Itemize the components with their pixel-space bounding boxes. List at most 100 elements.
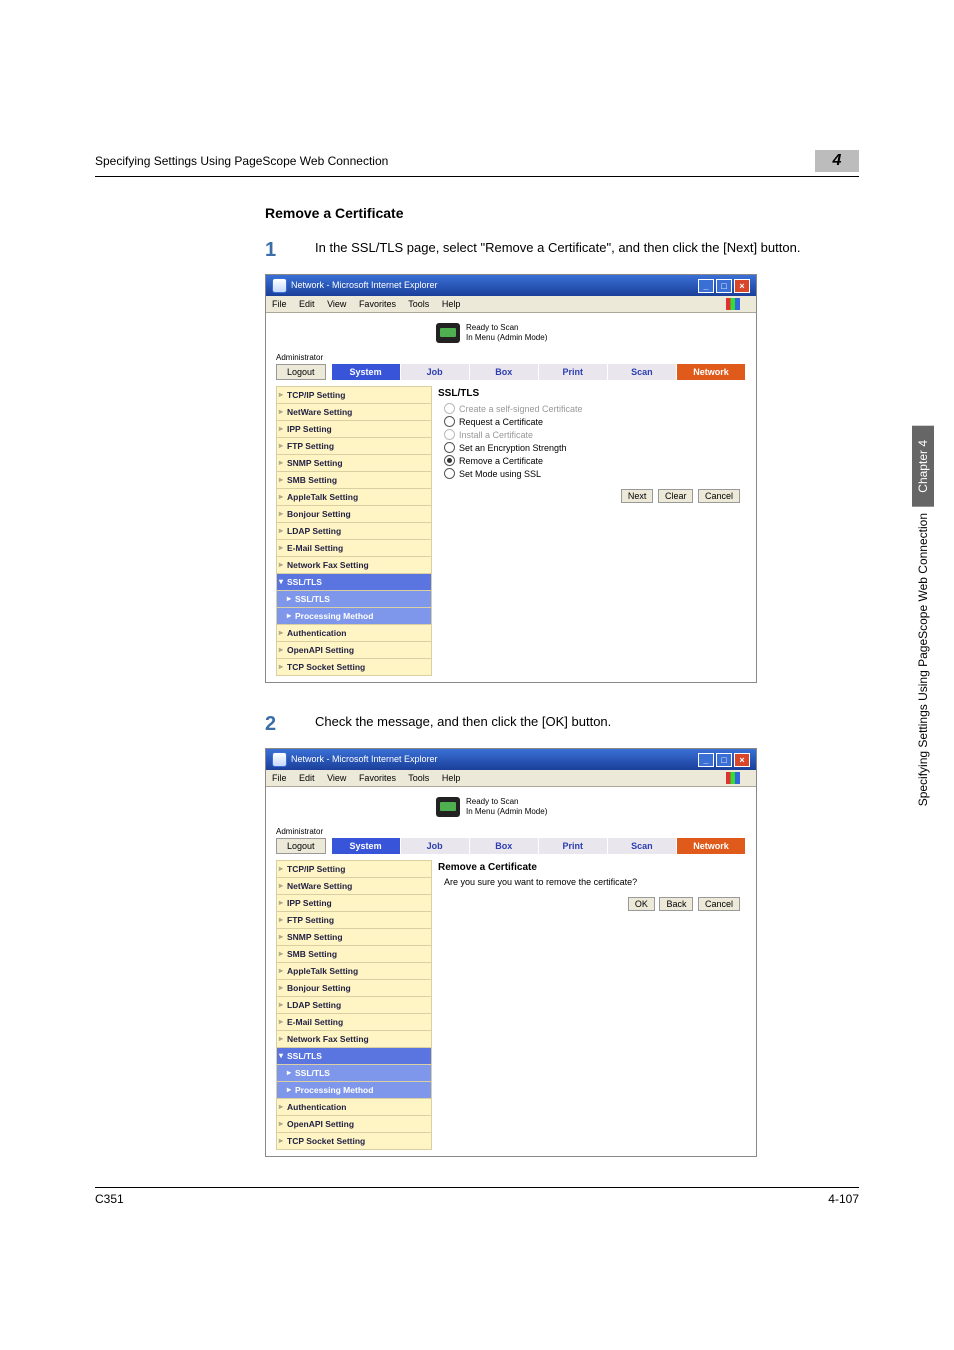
ie-throbber-icon xyxy=(726,298,740,310)
menu-tools[interactable]: Tools xyxy=(408,299,429,309)
side-netfax[interactable]: Network Fax Setting xyxy=(276,557,432,574)
menu-help[interactable]: Help xyxy=(442,299,461,309)
radio-request[interactable] xyxy=(444,416,455,427)
ie-icon xyxy=(272,752,287,767)
tab-scan[interactable]: Scan xyxy=(608,364,677,380)
side-ssltls[interactable]: SSL/TLS xyxy=(276,574,432,591)
side-ssltls-sub[interactable]: SSL/TLS xyxy=(276,1065,432,1082)
side-tcpip[interactable]: TCP/IP Setting xyxy=(276,386,432,404)
logout-button[interactable]: Logout xyxy=(276,838,326,854)
opt-encstr: Set an Encryption Strength xyxy=(459,443,567,453)
side-smb[interactable]: SMB Setting xyxy=(276,472,432,489)
minimize-icon[interactable]: _ xyxy=(698,279,714,293)
menu-file[interactable]: File xyxy=(272,299,287,309)
side-tcpsocket[interactable]: TCP Socket Setting xyxy=(276,1133,432,1150)
side-snmp[interactable]: SNMP Setting xyxy=(276,929,432,946)
tab-print[interactable]: Print xyxy=(539,364,608,380)
menu-tools[interactable]: Tools xyxy=(408,773,429,783)
ie-throbber-icon xyxy=(726,772,740,784)
menu-help[interactable]: Help xyxy=(442,773,461,783)
screenshot-1: Network - Microsoft Internet Explorer _ … xyxy=(265,274,757,683)
tab-scan[interactable]: Scan xyxy=(608,838,677,854)
side-appletalk[interactable]: AppleTalk Setting xyxy=(276,489,432,506)
menu-view[interactable]: View xyxy=(327,299,346,309)
side-openapi[interactable]: OpenAPI Setting xyxy=(276,642,432,659)
ok-button[interactable]: OK xyxy=(628,897,655,911)
side-netware[interactable]: NetWare Setting xyxy=(276,878,432,895)
radio-create[interactable] xyxy=(444,403,455,414)
side-auth[interactable]: Authentication xyxy=(276,625,432,642)
tab-system[interactable]: System xyxy=(332,364,401,380)
side-procmethod[interactable]: Processing Method xyxy=(276,608,432,625)
side-ssltls-sub[interactable]: SSL/TLS xyxy=(276,591,432,608)
minimize-icon[interactable]: _ xyxy=(698,753,714,767)
maximize-icon[interactable]: □ xyxy=(716,279,732,293)
side-ssltls[interactable]: SSL/TLS xyxy=(276,1048,432,1065)
window-title: Network - Microsoft Internet Explorer xyxy=(291,280,438,290)
radio-setmode[interactable] xyxy=(444,468,455,479)
tab-print[interactable]: Print xyxy=(539,838,608,854)
close-icon[interactable]: × xyxy=(734,753,750,767)
maximize-icon[interactable]: □ xyxy=(716,753,732,767)
screenshot-2: Network - Microsoft Internet Explorer _ … xyxy=(265,748,757,1157)
side-smb[interactable]: SMB Setting xyxy=(276,946,432,963)
cancel-button[interactable]: Cancel xyxy=(698,489,740,503)
menu-favorites[interactable]: Favorites xyxy=(359,299,396,309)
step-1-number: 1 xyxy=(265,239,315,262)
side-tcpsocket[interactable]: TCP Socket Setting xyxy=(276,659,432,676)
sidebar: TCP/IP Setting NetWare Setting IPP Setti… xyxy=(276,386,432,676)
status-mode: In Menu (Admin Mode) xyxy=(466,333,547,343)
clear-button[interactable]: Clear xyxy=(658,489,694,503)
tab-box[interactable]: Box xyxy=(470,838,539,854)
side-email[interactable]: E-Mail Setting xyxy=(276,1014,432,1031)
close-icon[interactable]: × xyxy=(734,279,750,293)
side-email[interactable]: E-Mail Setting xyxy=(276,540,432,557)
side-openapi[interactable]: OpenAPI Setting xyxy=(276,1116,432,1133)
footer-model: C351 xyxy=(95,1192,124,1206)
status-mode: In Menu (Admin Mode) xyxy=(466,807,547,817)
side-tcpip[interactable]: TCP/IP Setting xyxy=(276,860,432,878)
radio-remove[interactable] xyxy=(444,455,455,466)
window-title-2: Network - Microsoft Internet Explorer xyxy=(291,754,438,764)
side-ldap[interactable]: LDAP Setting xyxy=(276,997,432,1014)
back-button[interactable]: Back xyxy=(659,897,693,911)
radio-install[interactable] xyxy=(444,429,455,440)
side-bonjour[interactable]: Bonjour Setting xyxy=(276,980,432,997)
side-netfax[interactable]: Network Fax Setting xyxy=(276,1031,432,1048)
status-ready: Ready to Scan xyxy=(466,323,547,333)
section-title: Remove a Certificate xyxy=(265,205,859,221)
side-procmethod[interactable]: Processing Method xyxy=(276,1082,432,1099)
logout-button[interactable]: Logout xyxy=(276,364,326,380)
cancel-button-2[interactable]: Cancel xyxy=(698,897,740,911)
side-netware[interactable]: NetWare Setting xyxy=(276,404,432,421)
menu-file[interactable]: File xyxy=(272,773,287,783)
side-snmp[interactable]: SNMP Setting xyxy=(276,455,432,472)
step-2-number: 2 xyxy=(265,713,315,736)
menu-favorites[interactable]: Favorites xyxy=(359,773,396,783)
sidebar: TCP/IP Setting NetWare Setting IPP Setti… xyxy=(276,860,432,1150)
side-ipp[interactable]: IPP Setting xyxy=(276,895,432,912)
tab-job[interactable]: Job xyxy=(401,364,470,380)
next-button[interactable]: Next xyxy=(621,489,654,503)
tab-box[interactable]: Box xyxy=(470,364,539,380)
side-bonjour[interactable]: Bonjour Setting xyxy=(276,506,432,523)
side-ipp[interactable]: IPP Setting xyxy=(276,421,432,438)
side-appletalk[interactable]: AppleTalk Setting xyxy=(276,963,432,980)
panel1-title: SSL/TLS xyxy=(438,388,740,399)
running-header: Specifying Settings Using PageScope Web … xyxy=(95,154,388,168)
menu-view[interactable]: View xyxy=(327,773,346,783)
tab-system[interactable]: System xyxy=(332,838,401,854)
side-ftp[interactable]: FTP Setting xyxy=(276,438,432,455)
tab-job[interactable]: Job xyxy=(401,838,470,854)
step-2-text: Check the message, and then click the [O… xyxy=(315,713,859,736)
menu-edit[interactable]: Edit xyxy=(299,773,315,783)
radio-encstr[interactable] xyxy=(444,442,455,453)
menu-edit[interactable]: Edit xyxy=(299,299,315,309)
side-ldap[interactable]: LDAP Setting xyxy=(276,523,432,540)
tab-network[interactable]: Network xyxy=(677,838,746,854)
side-ftp[interactable]: FTP Setting xyxy=(276,912,432,929)
side-chapter-box: Chapter 4 xyxy=(912,426,934,507)
tab-network[interactable]: Network xyxy=(677,364,746,380)
printer-icon xyxy=(436,323,460,343)
side-auth[interactable]: Authentication xyxy=(276,1099,432,1116)
